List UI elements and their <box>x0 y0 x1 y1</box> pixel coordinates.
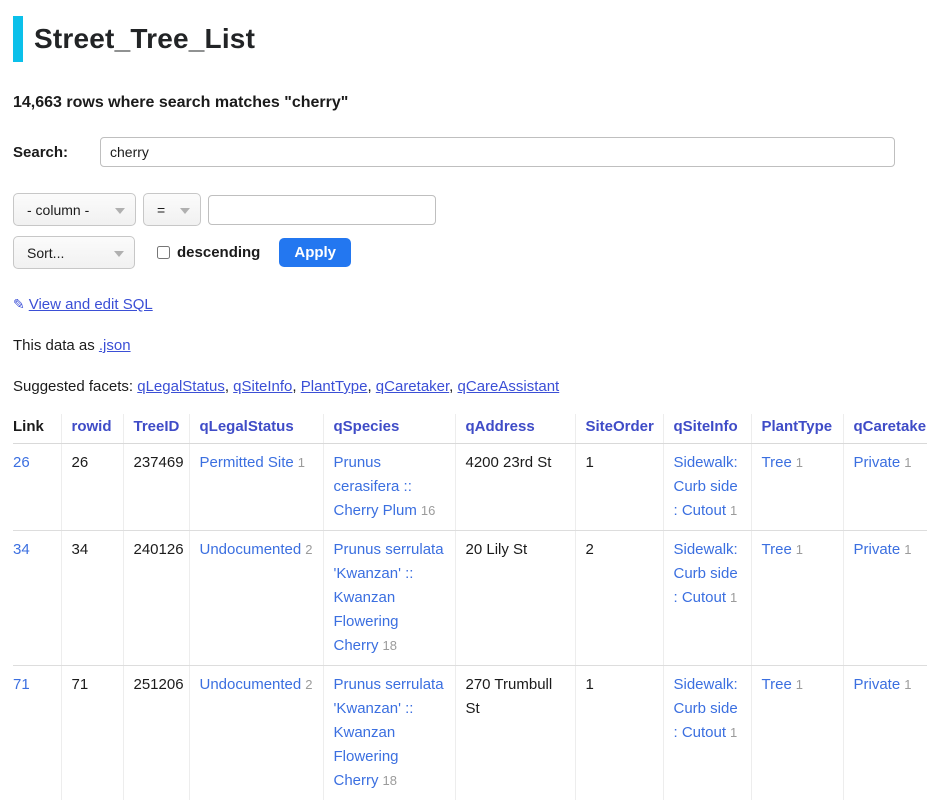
table-row: 34 34 240126 Undocumented2 Prunus serrul… <box>13 531 927 666</box>
facet-link-qcareassistant[interactable]: qCareAssistant <box>458 378 560 395</box>
facet-count: 16 <box>421 503 435 518</box>
facet-count: 1 <box>298 455 305 470</box>
cell-treeid: 237469 <box>123 444 189 531</box>
table-row: 26 26 237469 Permitted Site 1 Prunus cera… <box>13 444 927 531</box>
cell-qsiteinfo-link[interactable]: Sidewalk: Curb side : Cutout <box>674 676 738 741</box>
column-header-qaddress[interactable]: qAddress <box>455 414 575 444</box>
descending-label: descending <box>177 244 260 261</box>
row-detail-link[interactable]: 26 <box>13 454 30 471</box>
search-input[interactable] <box>100 137 895 167</box>
search-form: Search: <box>13 137 927 167</box>
cell-treeid: 240126 <box>123 531 189 666</box>
facet-count: 1 <box>730 725 737 740</box>
column-header-qlegalstatus[interactable]: qLegalStatus <box>189 414 323 444</box>
row-count-summary: 14,663 rows where search matches "cherry… <box>13 94 927 112</box>
cell-siteorder: 1 <box>575 666 663 800</box>
facet-link-planttype[interactable]: PlantType <box>301 378 368 395</box>
column-header-planttype[interactable]: PlantType <box>751 414 843 444</box>
sql-link-row: ✎View and edit SQL <box>13 296 927 313</box>
column-header-treeid[interactable]: TreeID <box>123 414 189 444</box>
suggested-facets-row: Suggested facets: qLegalStatus, qSiteInf… <box>13 378 927 395</box>
cell-qaddress: 4200 23rd St <box>455 444 575 531</box>
cell-planttype-link[interactable]: Tree <box>762 541 792 558</box>
descending-checkbox[interactable] <box>157 246 170 259</box>
column-header-siteorder[interactable]: SiteOrder <box>575 414 663 444</box>
column-header-qsiteinfo[interactable]: qSiteInfo <box>663 414 751 444</box>
cell-qsiteinfo-link[interactable]: Sidewalk: Curb side : Cutout <box>674 454 738 519</box>
sort-row: Sort... descending Apply <box>13 236 927 269</box>
facet-separator: , <box>367 378 375 395</box>
cell-qlegalstatus-link[interactable]: Undocumented <box>200 541 302 558</box>
operator-select[interactable]: = <box>143 193 201 226</box>
row-detail-link[interactable]: 34 <box>13 541 30 558</box>
data-as-row: This data as .json <box>13 337 927 354</box>
facet-count: 1 <box>796 677 803 692</box>
cell-qsiteinfo-link[interactable]: Sidewalk: Curb side : Cutout <box>674 541 738 606</box>
operator-select-value: = <box>157 202 165 218</box>
facet-count: 2 <box>305 677 312 692</box>
facet-count: 2 <box>305 542 312 557</box>
table-row: 71 71 251206 Undocumented2 Prunus serrul… <box>13 666 927 800</box>
facet-separator: , <box>449 378 457 395</box>
cell-qaddress: 270 Trumbull St <box>455 666 575 800</box>
facet-separator: , <box>225 378 233 395</box>
cell-planttype-link[interactable]: Tree <box>762 454 792 471</box>
search-label: Search: <box>13 144 100 161</box>
column-header-link: Link <box>13 414 61 444</box>
column-header-qcaretaker[interactable]: qCaretaker <box>843 414 927 444</box>
cell-qaddress: 20 Lily St <box>455 531 575 666</box>
cell-qlegalstatus-link[interactable]: Undocumented <box>200 676 302 693</box>
column-header-rowid[interactable]: rowid <box>61 414 123 444</box>
facet-count: 18 <box>383 638 397 653</box>
facet-link-qcaretaker[interactable]: qCaretaker <box>376 378 449 395</box>
page-header: Street_Tree_List <box>13 16 927 62</box>
column-select[interactable]: - column - <box>13 193 136 226</box>
cell-qspecies-link[interactable]: Prunus cerasifera :: Cherry Plum <box>334 454 417 519</box>
cell-qcaretaker-link[interactable]: Private <box>854 454 901 471</box>
cell-qlegalstatus-link[interactable]: Permitted Site <box>200 454 294 471</box>
cell-rowid: 71 <box>61 666 123 800</box>
cell-siteorder: 2 <box>575 531 663 666</box>
facet-count: 1 <box>796 455 803 470</box>
facets-prefix: Suggested facets: <box>13 378 137 395</box>
filter-row: - column - = <box>13 193 927 226</box>
cell-qcaretaker-link[interactable]: Private <box>854 541 901 558</box>
facet-count: 1 <box>904 542 911 557</box>
results-table: Link rowid TreeID qLegalStatus qSpecies … <box>13 414 927 800</box>
facet-count: 1 <box>730 590 737 605</box>
cell-siteorder: 1 <box>575 444 663 531</box>
facet-count: 1 <box>796 542 803 557</box>
row-detail-link[interactable]: 71 <box>13 676 30 693</box>
table-header-row: Link rowid TreeID qLegalStatus qSpecies … <box>13 414 927 444</box>
page: Street_Tree_List 14,663 rows where searc… <box>0 0 940 800</box>
json-link[interactable]: .json <box>99 337 131 354</box>
data-as-prefix: This data as <box>13 337 99 354</box>
facet-link-qsiteinfo[interactable]: qSiteInfo <box>233 378 292 395</box>
chevron-down-icon <box>180 208 190 214</box>
facet-count: 1 <box>904 455 911 470</box>
facet-count: 1 <box>730 503 737 518</box>
filter-value-input[interactable] <box>208 195 436 225</box>
pencil-icon: ✎ <box>13 296 25 312</box>
apply-button[interactable]: Apply <box>279 238 351 267</box>
cell-treeid: 251206 <box>123 666 189 800</box>
sort-select[interactable]: Sort... <box>13 236 135 269</box>
view-edit-sql-link[interactable]: View and edit SQL <box>29 296 153 313</box>
facet-count: 18 <box>383 773 397 788</box>
sort-select-value: Sort... <box>27 245 64 261</box>
cell-qcaretaker-link[interactable]: Private <box>854 676 901 693</box>
cell-planttype-link[interactable]: Tree <box>762 676 792 693</box>
cell-rowid: 34 <box>61 531 123 666</box>
column-header-qspecies[interactable]: qSpecies <box>323 414 455 444</box>
page-title: Street_Tree_List <box>34 23 255 55</box>
cell-rowid: 26 <box>61 444 123 531</box>
chevron-down-icon <box>114 251 124 257</box>
facet-link-qlegalstatus[interactable]: qLegalStatus <box>137 378 225 395</box>
chevron-down-icon <box>115 208 125 214</box>
accent-bar <box>13 16 23 62</box>
facet-separator: , <box>292 378 300 395</box>
column-select-value: - column - <box>27 202 89 218</box>
facet-count: 1 <box>904 677 911 692</box>
